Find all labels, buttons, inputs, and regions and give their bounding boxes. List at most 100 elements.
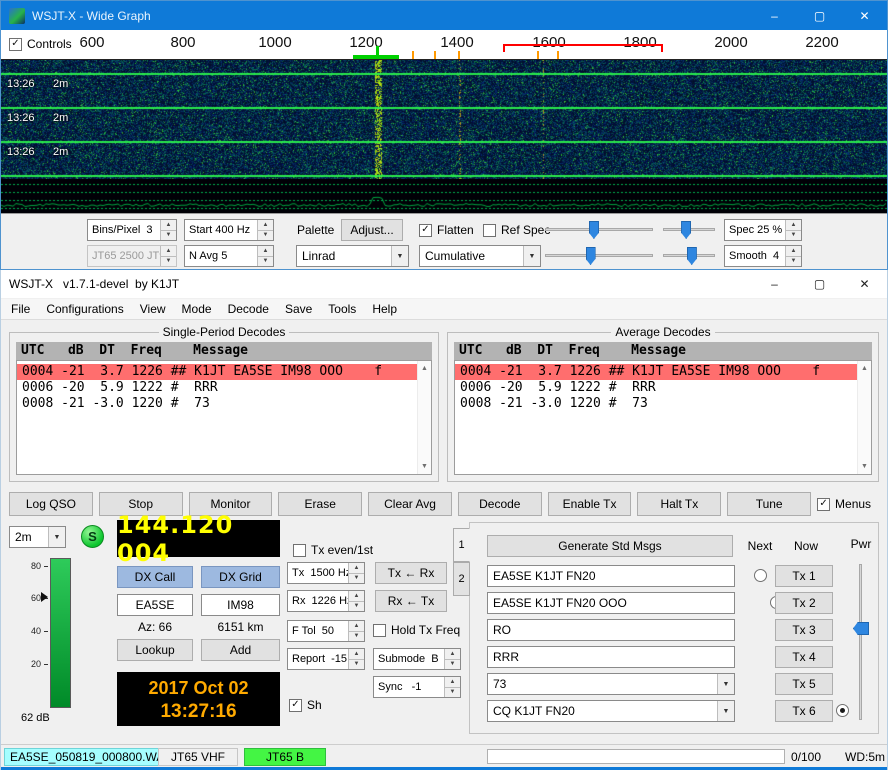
- palette-adjust-button[interactable]: Adjust...: [341, 219, 403, 241]
- dropdown-icon[interactable]: ▼: [391, 246, 408, 266]
- generate-std-msgs-button[interactable]: Generate Std Msgs: [487, 535, 733, 557]
- decode-button[interactable]: Decode: [458, 492, 542, 516]
- tx5-message-combobox[interactable]: 73 ▼: [487, 673, 735, 695]
- sh-checkbox[interactable]: ✓ Sh: [289, 698, 322, 712]
- wide-graph-titlebar[interactable]: WSJT-X - Wide Graph – ▢ ✕: [1, 1, 887, 30]
- spin-down-icon[interactable]: ▼: [161, 230, 176, 241]
- tx6-next-radio[interactable]: [836, 704, 849, 717]
- main-titlebar[interactable]: WSJT-X v1.7.1-devel by K1JT – ▢ ✕: [1, 270, 887, 299]
- band-combobox[interactable]: 2m ▼: [9, 526, 66, 548]
- tx5-now-button[interactable]: Tx 5: [775, 673, 833, 695]
- scroll-down-icon[interactable]: ▼: [418, 460, 431, 473]
- spin-up-icon[interactable]: ▲: [445, 649, 460, 659]
- add-button[interactable]: Add: [201, 639, 280, 661]
- tx-freq-spinbox[interactable]: Tx 1500 Hz ▲▼: [287, 562, 365, 584]
- menu-file[interactable]: File: [3, 299, 38, 319]
- ref-spec-checkbox[interactable]: Ref Spec: [483, 223, 550, 237]
- tx6-message-combobox[interactable]: CQ K1JT FN20 ▼: [487, 700, 735, 722]
- n-avg-spinbox[interactable]: N Avg 5 ▲▼: [184, 245, 274, 267]
- slider-handle[interactable]: [586, 247, 596, 265]
- dropdown-icon[interactable]: ▼: [48, 527, 65, 547]
- dropdown-icon[interactable]: ▼: [523, 246, 540, 266]
- slider-handle[interactable]: [681, 221, 691, 239]
- minimize-button[interactable]: –: [752, 1, 797, 30]
- dx-grid-field[interactable]: IM98: [201, 594, 280, 616]
- tx1-message-field[interactable]: EA5SE K1JT FN20: [487, 565, 735, 587]
- tx4-now-button[interactable]: Tx 4: [775, 646, 833, 668]
- tune-button[interactable]: Tune: [727, 492, 811, 516]
- lookup-button[interactable]: Lookup: [117, 639, 193, 661]
- spin-down-icon[interactable]: ▼: [258, 256, 273, 267]
- start-freq-spinbox[interactable]: Start 400 Hz ▲▼: [184, 219, 274, 241]
- menu-save[interactable]: Save: [277, 299, 320, 319]
- rx-from-tx-button[interactable]: Rx ← Tx: [375, 590, 447, 612]
- dx-call-field[interactable]: EA5SE: [117, 594, 193, 616]
- rx-freq-spinbox[interactable]: Rx 1226 Hz ▲▼: [287, 590, 365, 612]
- menu-help[interactable]: Help: [364, 299, 405, 319]
- menu-view[interactable]: View: [132, 299, 174, 319]
- scrollbar[interactable]: ▲ ▼: [857, 361, 871, 474]
- scroll-down-icon[interactable]: ▼: [858, 460, 871, 473]
- controls-checkbox[interactable]: ✓ Controls: [9, 37, 72, 51]
- spectrum-plot[interactable]: [1, 179, 887, 213]
- display-mode-combobox[interactable]: Cumulative ▼: [419, 245, 541, 267]
- tx3-now-button[interactable]: Tx 3: [775, 619, 833, 641]
- spin-up-icon[interactable]: ▲: [349, 649, 364, 659]
- report-spinbox[interactable]: Report -15 ▲▼: [287, 648, 365, 670]
- menu-decode[interactable]: Decode: [220, 299, 277, 319]
- spin-up-icon[interactable]: ▲: [258, 246, 273, 256]
- tx3-message-field[interactable]: RO: [487, 619, 735, 641]
- decode-row[interactable]: 0004 -21 3.7 1226 ## K1JT EA5SE IM98 OOO…: [17, 364, 417, 380]
- spin-down-icon[interactable]: ▼: [258, 230, 273, 241]
- close-button[interactable]: ✕: [842, 1, 887, 30]
- spin-down-icon[interactable]: ▼: [786, 256, 801, 267]
- menu-tools[interactable]: Tools: [320, 299, 364, 319]
- menu-configurations[interactable]: Configurations: [38, 299, 131, 319]
- spin-down-icon[interactable]: ▼: [445, 659, 460, 670]
- waterfall-gain-slider[interactable]: [543, 219, 655, 241]
- spin-up-icon[interactable]: ▲: [445, 677, 460, 687]
- waterfall[interactable]: [1, 60, 887, 179]
- spec-percent-spinbox[interactable]: Spec 25 % ▲▼: [724, 219, 802, 241]
- tx4-message-field[interactable]: RRR: [487, 646, 735, 668]
- tx2-message-field[interactable]: EA5SE K1JT FN20 OOO: [487, 592, 735, 614]
- hold-tx-freq-checkbox[interactable]: Hold Tx Freq: [373, 623, 460, 637]
- palette-combobox[interactable]: Linrad ▼: [296, 245, 409, 267]
- menu-mode[interactable]: Mode: [174, 299, 220, 319]
- tab-2[interactable]: 2: [453, 562, 470, 596]
- enable-tx-button[interactable]: Enable Tx: [548, 492, 632, 516]
- spectrum-zero-slider[interactable]: [661, 245, 717, 267]
- waterfall-zero-slider[interactable]: [661, 219, 717, 241]
- decode-row[interactable]: 0006 -20 5.9 1222 # RRR: [455, 380, 857, 396]
- spectrum-gain-slider[interactable]: [543, 245, 655, 267]
- dropdown-icon[interactable]: ▼: [717, 674, 734, 694]
- tx1-now-button[interactable]: Tx 1: [775, 565, 833, 587]
- minimize-button[interactable]: –: [752, 270, 797, 298]
- halt-tx-button[interactable]: Halt Tx: [637, 492, 721, 516]
- spin-up-icon[interactable]: ▲: [786, 246, 801, 256]
- pwr-slider[interactable]: [852, 562, 870, 722]
- submode-spinbox[interactable]: Submode B ▲▼: [373, 648, 461, 670]
- decode-row[interactable]: 0008 -21 -3.0 1220 # 73: [17, 396, 417, 412]
- spin-up-icon[interactable]: ▲: [349, 591, 364, 601]
- smooth-spinbox[interactable]: Smooth 4 ▲▼: [724, 245, 802, 267]
- sync-spinbox[interactable]: Sync -1 ▲▼: [373, 676, 461, 698]
- slider-handle[interactable]: [853, 622, 869, 635]
- close-button[interactable]: ✕: [842, 270, 887, 298]
- scroll-up-icon[interactable]: ▲: [418, 362, 431, 375]
- maximize-button[interactable]: ▢: [797, 1, 842, 30]
- menus-checkbox[interactable]: ✓ Menus: [817, 492, 881, 516]
- dx-call-button[interactable]: DX Call: [117, 566, 193, 588]
- spin-up-icon[interactable]: ▲: [349, 621, 364, 631]
- spin-down-icon[interactable]: ▼: [349, 601, 364, 612]
- scroll-up-icon[interactable]: ▲: [858, 362, 871, 375]
- slider-handle[interactable]: [687, 247, 697, 265]
- scrollbar[interactable]: ▲ ▼: [417, 361, 431, 474]
- dx-grid-button[interactable]: DX Grid: [201, 566, 280, 588]
- tab-1[interactable]: 1: [453, 528, 470, 562]
- erase-button[interactable]: Erase: [278, 492, 362, 516]
- slider-handle[interactable]: [589, 221, 599, 239]
- dropdown-icon[interactable]: ▼: [717, 701, 734, 721]
- spin-down-icon[interactable]: ▼: [349, 573, 364, 584]
- spin-up-icon[interactable]: ▲: [258, 220, 273, 230]
